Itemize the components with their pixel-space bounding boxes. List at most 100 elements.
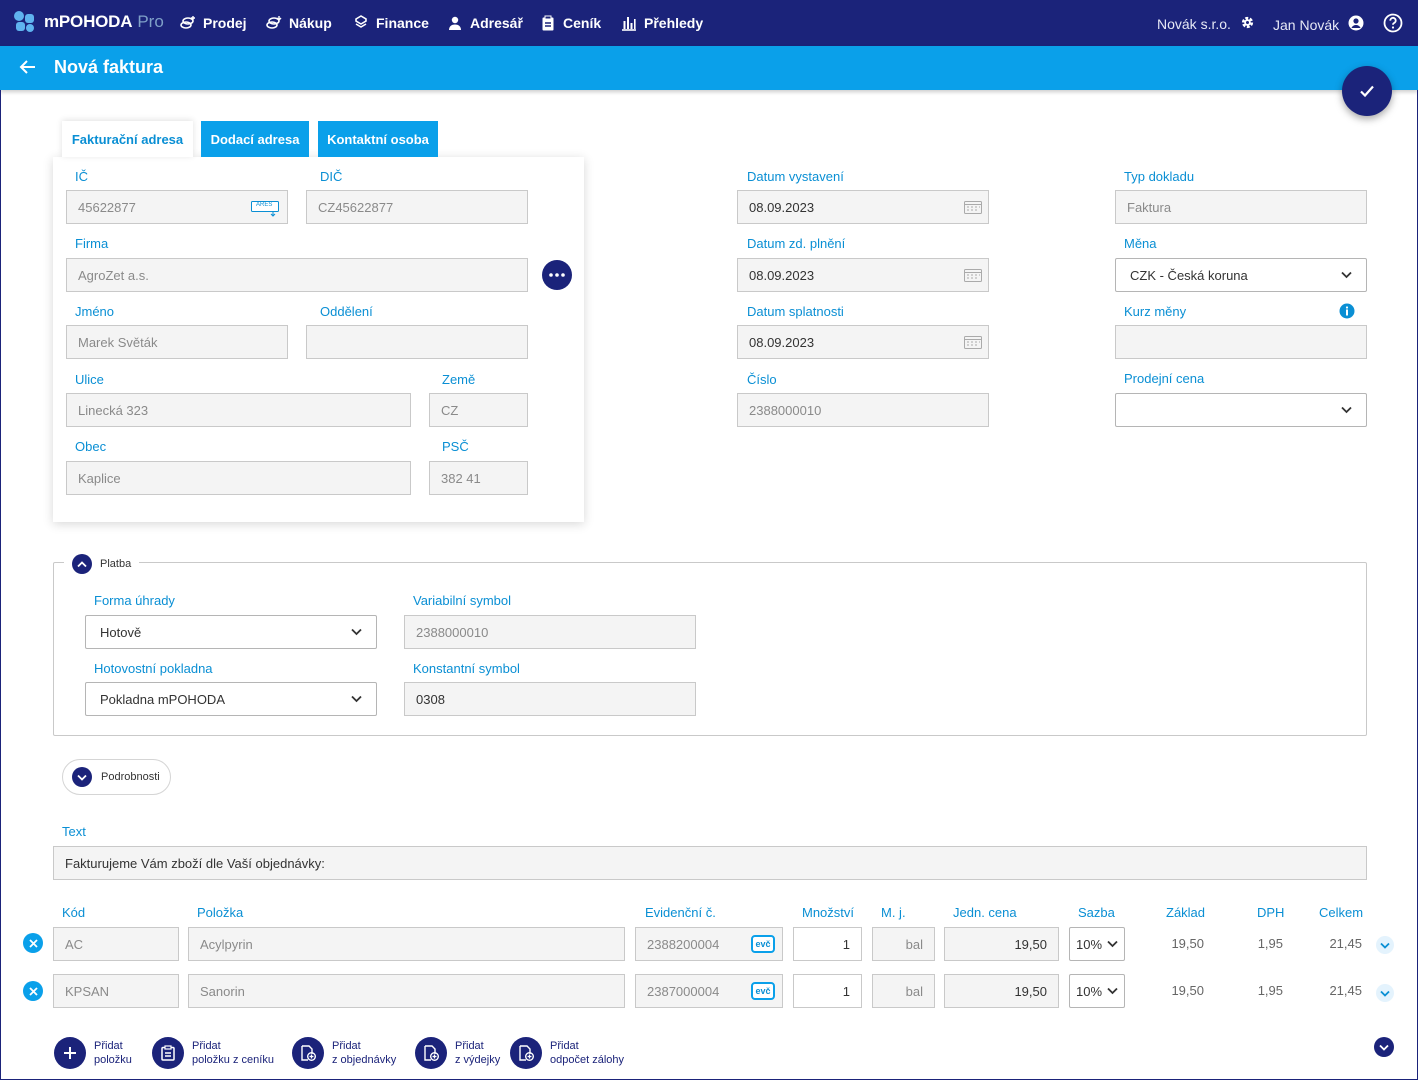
row-sazba-select[interactable]: 10% <box>1069 927 1125 961</box>
hotovostni-pokladna-select[interactable]: Pokladna mPOHODA <box>85 682 377 716</box>
forma-uhrady-value: Hotově <box>100 624 142 640</box>
back-arrow-icon[interactable] <box>18 57 38 80</box>
row-mj-field[interactable]: bal <box>872 974 935 1008</box>
hotovostni-pokladna-label: Hotovostní pokladna <box>94 661 213 676</box>
row-jedn-cena-field[interactable]: 19,50 <box>944 927 1059 961</box>
podrobnosti-toggle[interactable]: Podrobnosti <box>62 759 171 795</box>
top-navigation-bar: mPOHODA Pro Prodej Nákup Finance Adresář… <box>0 0 1418 46</box>
row-mnozstvi-field[interactable]: 1 <box>793 974 862 1008</box>
ic-label: IČ <box>75 169 88 184</box>
col-zaklad: Základ <box>1166 905 1206 920</box>
user-menu[interactable]: Jan Novák <box>1273 15 1364 34</box>
expand-row-button[interactable] <box>1376 936 1394 954</box>
psc-value: 382 41 <box>441 470 481 486</box>
row-polozka-field[interactable]: Sanorin <box>188 974 625 1008</box>
typ-dokladu-field[interactable]: Faktura <box>1115 190 1367 224</box>
add-from-pricelist-button[interactable]: Přidat položku z ceníku <box>152 1037 274 1069</box>
datum-vystaveni-field[interactable]: 08.09.2023 <box>737 190 989 224</box>
prodejni-cena-label: Prodejní cena <box>1124 371 1205 386</box>
row-mj-field[interactable]: bal <box>872 927 935 961</box>
row-kod-field[interactable]: AC <box>53 927 179 961</box>
tab-fakturacni-adresa[interactable]: Fakturační adresa <box>62 121 193 157</box>
tab-dodaci-adresa[interactable]: Dodací adresa <box>201 121 309 157</box>
brand-edition: Pro <box>137 12 164 31</box>
calendar-icon[interactable] <box>964 268 982 285</box>
datum-vystaveni-value: 08.09.2023 <box>749 199 815 215</box>
ares-icon[interactable]: ARES <box>251 201 279 220</box>
nav-cenik[interactable]: Ceník <box>540 15 601 31</box>
nav-finance-label: Finance <box>376 15 429 31</box>
remove-row-button[interactable] <box>23 981 43 1001</box>
firma-field[interactable]: AgroZet a.s. <box>66 258 528 292</box>
expand-row-button[interactable] <box>1376 984 1394 1002</box>
datum-splatnosti-label: Datum splatnosti <box>747 304 844 319</box>
add-from-dispatch-button[interactable]: Přidat z výdejky <box>415 1037 500 1069</box>
nav-adresar[interactable]: Adresář <box>447 15 523 31</box>
obec-label: Obec <box>75 439 107 454</box>
add-from-pricelist-label-1: Přidat <box>192 1040 221 1052</box>
mena-select[interactable]: CZK - Česká koruna <box>1115 258 1367 292</box>
forma-uhrady-select[interactable]: Hotově <box>85 615 377 649</box>
dic-field[interactable]: CZ45622877 <box>306 190 528 224</box>
ulice-value: Linecká 323 <box>78 402 149 418</box>
datum-plneni-label: Datum zd. plnění <box>747 236 846 251</box>
datum-plneni-value: 08.09.2023 <box>749 267 815 283</box>
tab-kontaktni-osoba[interactable]: Kontaktní osoba <box>318 121 438 157</box>
row-polozka-field[interactable]: Acylpyrin <box>188 927 625 961</box>
help-icon[interactable] <box>1383 13 1403 36</box>
add-item-button[interactable]: Přidat položku <box>54 1037 132 1069</box>
obec-field[interactable]: Kaplice <box>66 461 411 495</box>
ic-field[interactable]: 45622877 ARES <box>66 190 288 224</box>
brand[interactable]: mPOHODA Pro <box>14 11 164 33</box>
cislo-field[interactable]: 2388000010 <box>737 393 989 427</box>
jmeno-field[interactable]: Marek Světák <box>66 325 288 359</box>
nav-finance[interactable]: Finance <box>353 15 429 31</box>
remove-row-button[interactable] <box>23 933 43 953</box>
row-zaklad: 19,50 <box>1171 983 1204 998</box>
nav-nakup[interactable]: Nákup <box>266 15 332 31</box>
chevron-down-icon <box>1380 990 1390 997</box>
expand-all-button[interactable] <box>1374 1037 1394 1057</box>
close-icon <box>28 938 38 948</box>
row-sazba-select[interactable]: 10% <box>1069 974 1125 1008</box>
zeme-value: CZ <box>441 402 459 418</box>
row-kod-field[interactable]: KPSAN <box>53 974 179 1008</box>
kurz-meny-field[interactable] <box>1115 325 1367 359</box>
nav-prodej[interactable]: Prodej <box>180 15 247 31</box>
ulice-field[interactable]: Linecká 323 <box>66 393 411 427</box>
row-jedn-cena-field[interactable]: 19,50 <box>944 974 1059 1008</box>
row-evidencni-field[interactable]: 2388200004 evč <box>635 927 783 961</box>
info-icon[interactable] <box>1339 303 1355 322</box>
prodejni-cena-select[interactable] <box>1115 393 1367 427</box>
calendar-icon[interactable] <box>964 200 982 217</box>
ic-value: 45622877 <box>78 199 136 215</box>
evc-button[interactable]: evč <box>751 935 775 953</box>
calendar-icon[interactable] <box>964 335 982 352</box>
add-item-label-1: Přidat <box>94 1040 123 1052</box>
row-mnozstvi-field[interactable]: 1 <box>793 927 862 961</box>
text-field[interactable]: Fakturujeme Vám zboží dle Vaší objednávk… <box>53 846 1367 880</box>
row-celkem: 21,45 <box>1329 983 1362 998</box>
row-evidencni-value: 2388200004 <box>647 936 720 952</box>
add-deposit-deduction-button[interactable]: Přidat odpočet zálohy <box>510 1037 624 1069</box>
chevron-down-icon <box>1341 271 1352 279</box>
dic-value: CZ45622877 <box>318 199 394 215</box>
datum-plneni-field[interactable]: 08.09.2023 <box>737 258 989 292</box>
zeme-field[interactable]: CZ <box>429 393 528 427</box>
konstantni-symbol-field[interactable]: 0308 <box>404 682 696 716</box>
datum-splatnosti-field[interactable]: 08.09.2023 <box>737 325 989 359</box>
variabilni-symbol-field[interactable]: 2388000010 <box>404 615 696 649</box>
save-button[interactable] <box>1342 66 1392 116</box>
oddeleni-field[interactable] <box>306 325 528 359</box>
platba-toggle[interactable]: Platba <box>64 552 140 576</box>
evc-button[interactable]: evč <box>751 982 775 1000</box>
psc-field[interactable]: 382 41 <box>429 461 528 495</box>
company-switcher[interactable]: Novák s.r.o. <box>1157 15 1255 33</box>
nav-prehledy[interactable]: Přehledy <box>621 15 703 31</box>
psc-label: PSČ <box>442 439 469 454</box>
more-options-button[interactable] <box>542 260 572 290</box>
add-from-order-button[interactable]: Přidat z objednávky <box>292 1037 396 1069</box>
row-polozka-value: Sanorin <box>200 983 245 999</box>
text-value: Fakturujeme Vám zboží dle Vaší objednávk… <box>65 855 325 871</box>
row-evidencni-field[interactable]: 2387000004 evč <box>635 974 783 1008</box>
